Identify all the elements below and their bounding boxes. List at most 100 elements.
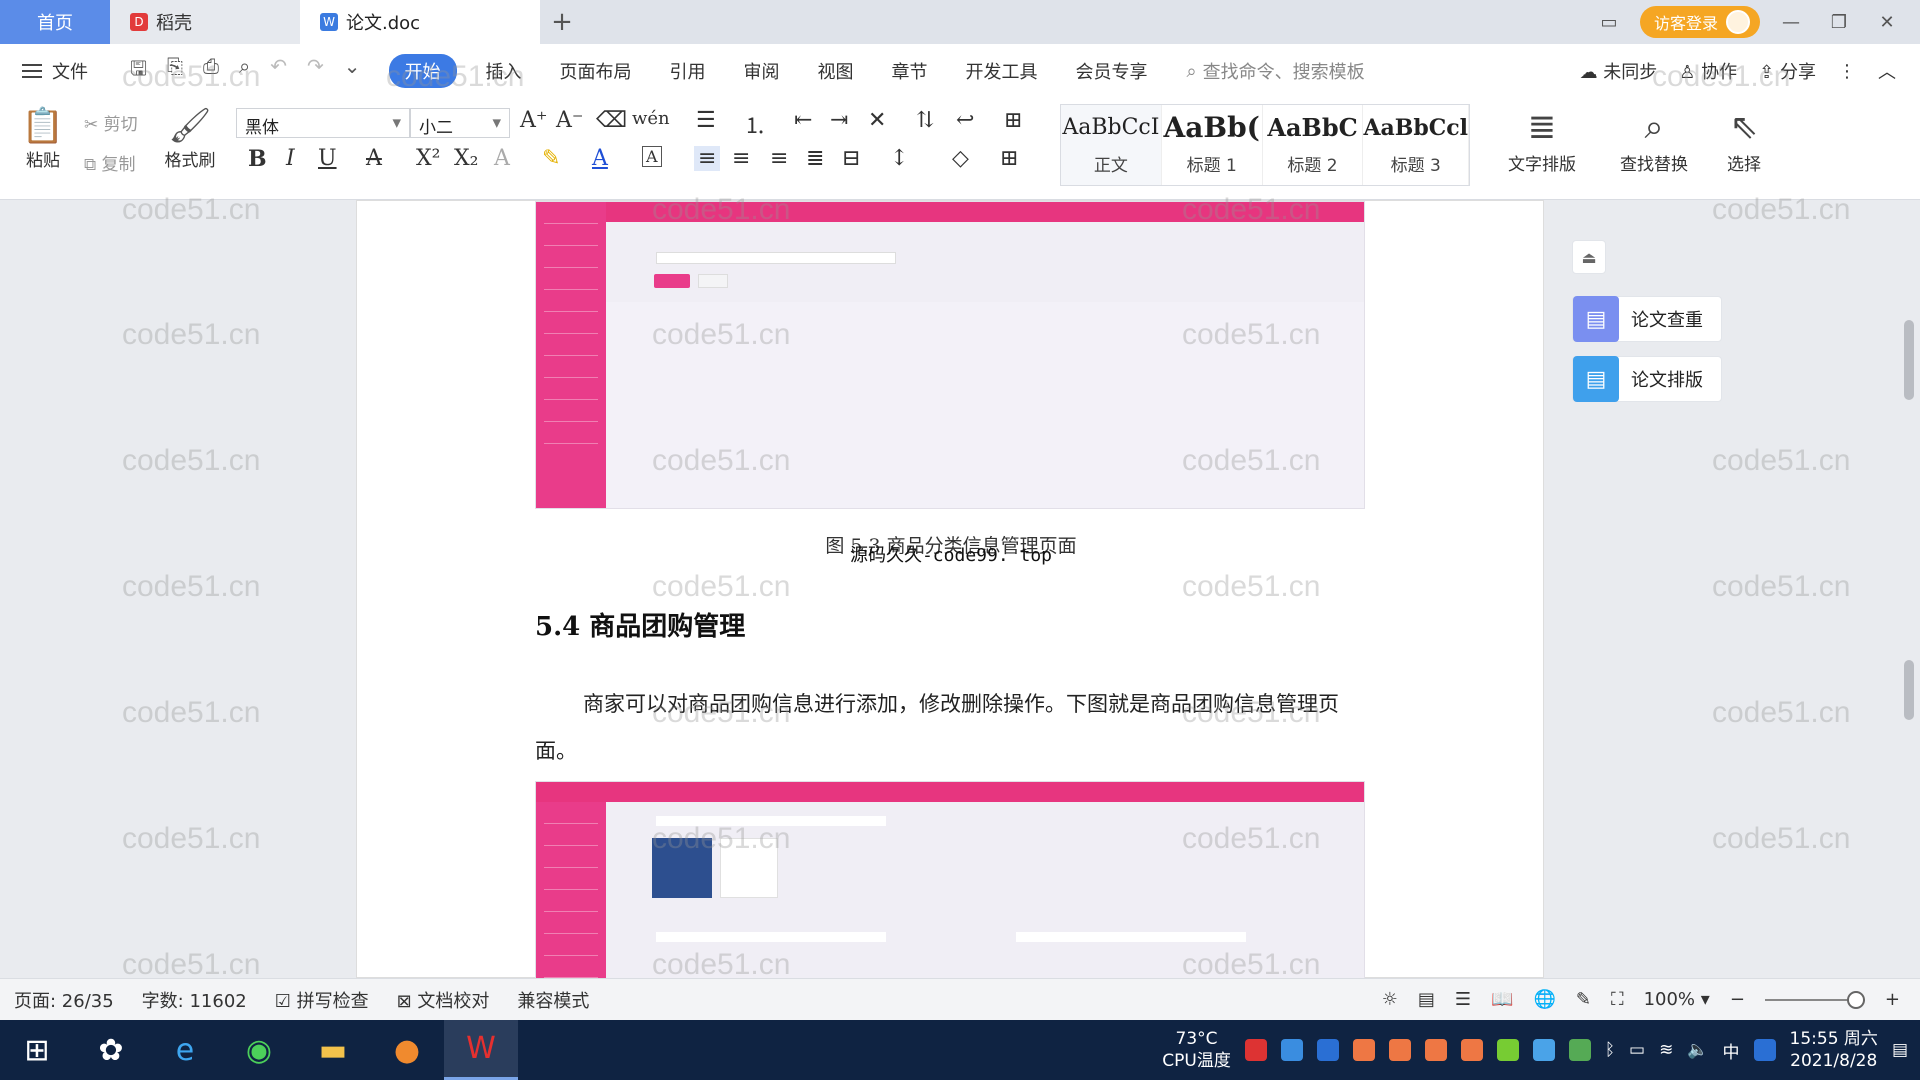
nvidia-icon[interactable]: [1568, 1039, 1591, 1061]
word-count[interactable]: 字数: 11602: [128, 987, 261, 1013]
format-painter-button[interactable]: 🖌 格式刷: [160, 106, 220, 171]
zoom-in-icon[interactable]: +: [1885, 989, 1900, 1010]
subscript-icon[interactable]: X₂: [454, 146, 478, 171]
highlight-icon[interactable]: ✎: [542, 146, 560, 171]
scroll-thumb[interactable]: [1904, 660, 1914, 720]
minimize-button[interactable]: —: [1774, 12, 1808, 33]
ruler-icon[interactable]: ⊞: [1004, 108, 1022, 133]
browser-360-icon[interactable]: ◉: [222, 1020, 296, 1080]
tray-app-icon[interactable]: [1532, 1039, 1555, 1061]
menu-view[interactable]: 视图: [799, 58, 873, 84]
menu-review[interactable]: 审阅: [725, 58, 799, 84]
collab-button[interactable]: ♙ 协作: [1679, 58, 1737, 84]
distributed-icon[interactable]: ⊟: [842, 146, 860, 171]
menu-start[interactable]: 开始: [388, 54, 457, 88]
font-color-icon[interactable]: A: [592, 146, 608, 171]
phonetic-guide-icon[interactable]: wén: [632, 108, 670, 129]
notification-icon[interactable]: ▤: [1892, 1040, 1908, 1060]
select-button[interactable]: ⇖ 选择: [1712, 104, 1776, 175]
align-center-icon[interactable]: ≡: [732, 146, 750, 171]
reading-view-icon[interactable]: 📖: [1491, 989, 1513, 1010]
font-size-select[interactable]: 小二 ▾: [410, 108, 510, 138]
style-heading-2[interactable]: AaBbC 标题 2: [1263, 105, 1364, 185]
increase-indent-icon[interactable]: ⇥: [830, 108, 848, 133]
volume-icon[interactable]: 🔈: [1687, 1040, 1708, 1060]
zoom-slider-knob[interactable]: [1846, 990, 1865, 1009]
bluetooth-icon[interactable]: ᛒ: [1605, 1040, 1615, 1060]
bullet-list-icon[interactable]: ☰: [696, 108, 716, 133]
pen-icon[interactable]: ✎: [1576, 989, 1591, 1010]
char-border-icon[interactable]: A: [642, 146, 662, 167]
italic-icon[interactable]: I: [286, 146, 295, 171]
ime-indicator[interactable]: 中: [1723, 1038, 1740, 1063]
bold-icon[interactable]: B: [248, 146, 267, 172]
wifi-icon[interactable]: ≋: [1659, 1040, 1673, 1060]
zoom-select[interactable]: 100% ▾: [1644, 989, 1710, 1010]
align-right-icon[interactable]: ≡: [770, 146, 788, 171]
grow-font-icon[interactable]: A⁺: [520, 108, 548, 133]
media-player-icon[interactable]: ●: [370, 1020, 444, 1080]
tray-app-icon[interactable]: [1244, 1039, 1267, 1061]
shading-icon[interactable]: ◇: [952, 146, 969, 171]
copy-button[interactable]: ⧉ 复制: [84, 150, 136, 175]
restore-button[interactable]: ❐: [1822, 12, 1856, 33]
menu-chapter[interactable]: 章节: [873, 58, 947, 84]
document-page[interactable]: 图 5.3 商品分类信息管理页面 源码久久-code99. top 5.4 商品…: [356, 200, 1544, 978]
zoom-out-icon[interactable]: −: [1730, 989, 1745, 1010]
proofread-button[interactable]: ⊠ 文档校对: [383, 987, 504, 1013]
vertical-scrollbar[interactable]: [1898, 200, 1920, 978]
text-layout-button[interactable]: ≣ 文字排版: [1496, 104, 1588, 175]
customize-chevron-icon[interactable]: ⌄: [344, 54, 361, 88]
sort-icon[interactable]: ⇅: [916, 108, 934, 133]
share-button[interactable]: ⇪ 分享: [1759, 58, 1816, 84]
strikethrough-icon[interactable]: A: [366, 146, 382, 171]
app-pinwheel-icon[interactable]: ✿: [74, 1020, 148, 1080]
text-effect-icon[interactable]: A: [494, 146, 510, 171]
line-spacing-icon[interactable]: ↕: [890, 146, 908, 171]
style-heading-3[interactable]: AaBbCcl 标题 3: [1363, 105, 1470, 185]
document-canvas[interactable]: 图 5.3 商品分类信息管理页面 源码久久-code99. top 5.4 商品…: [0, 200, 1920, 978]
web-view-icon[interactable]: 🌐: [1533, 989, 1555, 1010]
more-icon[interactable]: ⋮: [1838, 61, 1856, 82]
guest-login-button[interactable]: 访客登录: [1639, 6, 1760, 38]
menu-dev-tools[interactable]: 开发工具: [947, 58, 1057, 84]
ie-browser-icon[interactable]: e: [148, 1020, 222, 1080]
spell-check-button[interactable]: ☑ 拼写检查: [261, 987, 383, 1013]
redo-icon[interactable]: ↷: [307, 54, 324, 88]
numbered-list-icon[interactable]: ⒈: [744, 108, 766, 140]
command-search[interactable]: ⌕ 查找命令、搜索模板: [1187, 58, 1365, 84]
chinese-layout-icon[interactable]: ✕: [868, 108, 886, 133]
clear-format-icon[interactable]: ⌫: [596, 108, 627, 133]
paper-layout-button[interactable]: ▤ 论文排版: [1572, 356, 1722, 402]
input-method-icon[interactable]: [1753, 1039, 1776, 1061]
window-layout-icon[interactable]: ▭: [1592, 12, 1626, 33]
paper-check-button[interactable]: ▤ 论文查重: [1572, 296, 1722, 342]
outline-view-icon[interactable]: ☰: [1455, 989, 1471, 1010]
superscript-icon[interactable]: X²: [416, 146, 440, 171]
collapse-ribbon-icon[interactable]: ︿: [1878, 58, 1896, 84]
export-icon[interactable]: ⎘: [167, 54, 183, 88]
zoom-slider[interactable]: [1764, 990, 1865, 1009]
qq-icon[interactable]: [1424, 1039, 1447, 1061]
save-icon[interactable]: 🖫: [130, 54, 147, 88]
style-normal[interactable]: AaBbCcI 正文: [1061, 105, 1162, 185]
windows-start-icon[interactable]: ⊞: [0, 1020, 74, 1080]
underline-icon[interactable]: U: [318, 146, 337, 171]
wps-writer-icon[interactable]: W: [444, 1020, 518, 1080]
qq-icon[interactable]: [1388, 1039, 1411, 1061]
menu-page-layout[interactable]: 页面布局: [541, 58, 651, 84]
decrease-indent-icon[interactable]: ⇤: [794, 108, 812, 133]
page-view-icon[interactable]: ▤: [1418, 989, 1435, 1010]
close-button[interactable]: ✕: [1870, 12, 1904, 33]
collapse-panel-icon[interactable]: ⏏: [1572, 240, 1606, 274]
file-explorer-icon[interactable]: ▬: [296, 1020, 370, 1080]
find-replace-button[interactable]: ⌕ 查找替换: [1606, 104, 1702, 175]
menu-member[interactable]: 会员专享: [1057, 58, 1167, 84]
page-indicator[interactable]: 页面: 26/35: [0, 987, 128, 1013]
tray-app-icon[interactable]: [1496, 1039, 1519, 1061]
clock[interactable]: 15:55 周六 2021/8/28: [1790, 1028, 1878, 1072]
menu-references[interactable]: 引用: [651, 58, 725, 84]
print-icon[interactable]: ⎙: [203, 54, 219, 88]
menu-insert[interactable]: 插入: [467, 58, 541, 84]
align-left-icon[interactable]: ≡: [694, 146, 721, 171]
